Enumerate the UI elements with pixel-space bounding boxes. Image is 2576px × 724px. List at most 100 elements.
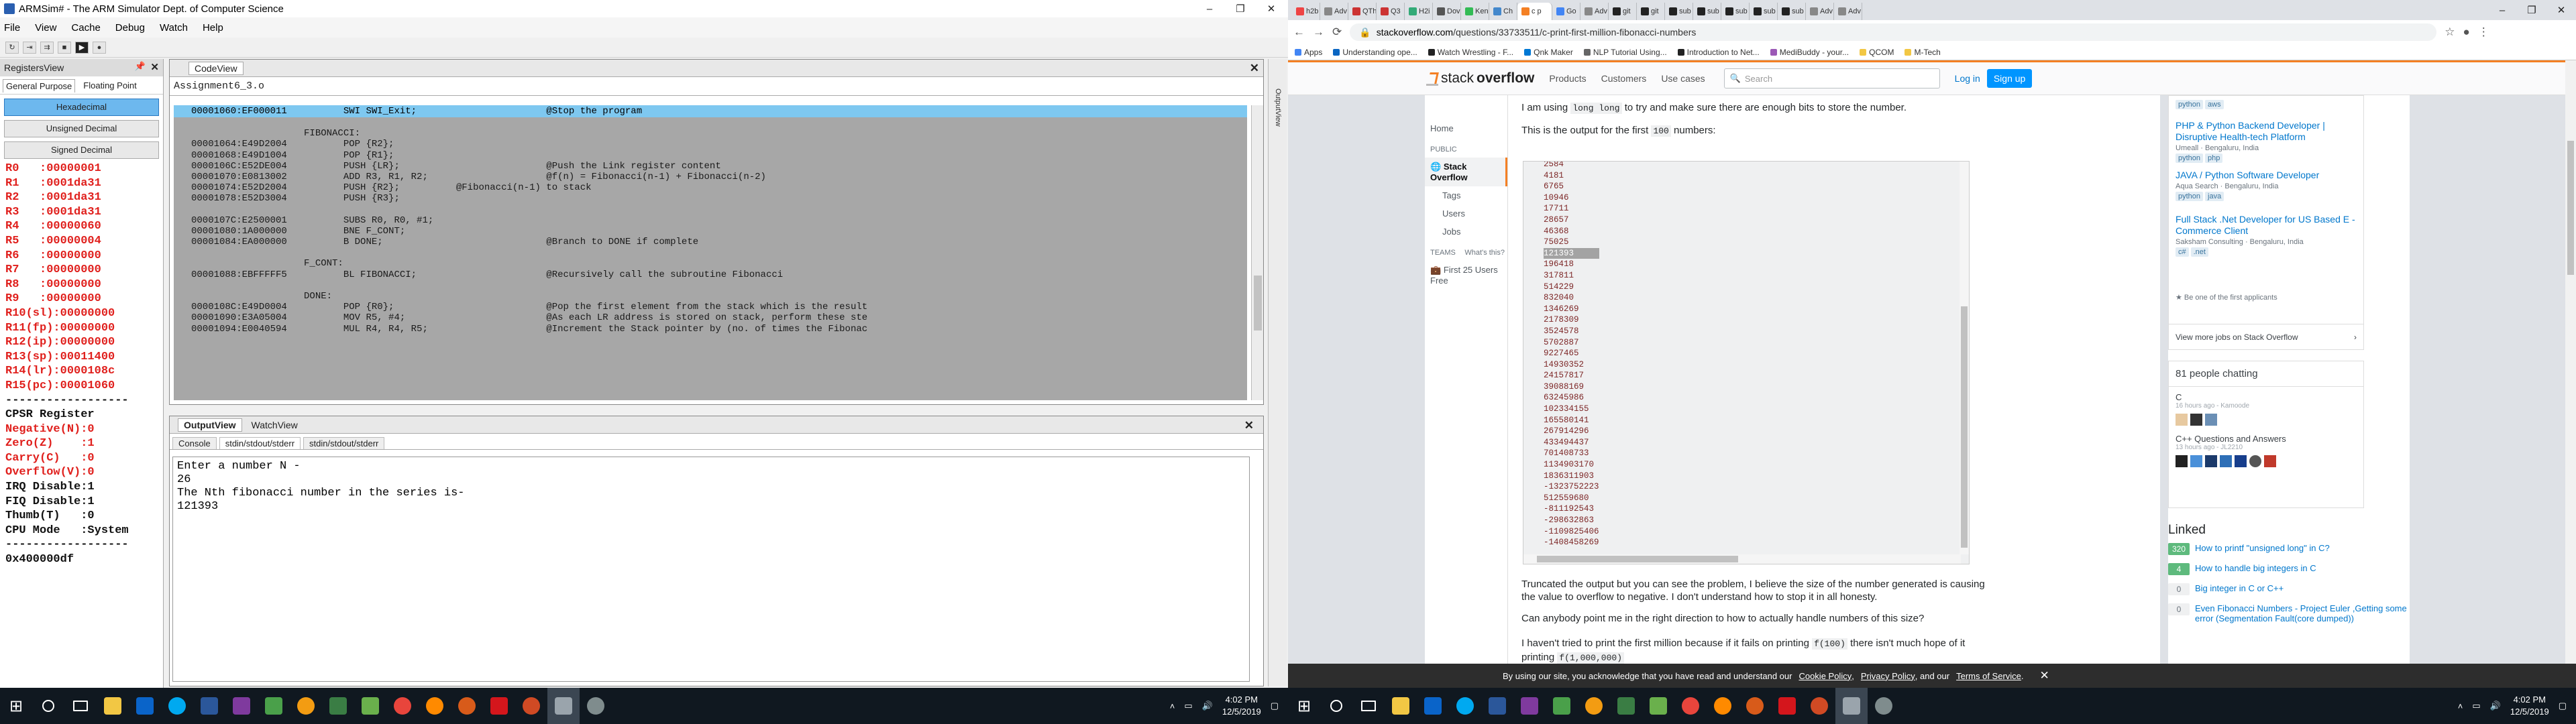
close-button[interactable]: ✕ (1256, 0, 1287, 17)
job-listing[interactable]: python aws (2176, 97, 2357, 109)
job-listing[interactable]: Full Stack .Net Developer for US Based E… (2176, 214, 2357, 257)
code-line[interactable]: 00001064:E49D2004 POP {R2}; (174, 139, 1247, 149)
tab-floating-point[interactable]: Floating Point (80, 79, 140, 93)
back-icon[interactable]: ← (1293, 25, 1305, 39)
firefox-icon-2[interactable] (451, 688, 483, 724)
tab-stdio-2[interactable]: stdin/stdout/stderr (303, 437, 385, 449)
chat-room-cpp[interactable]: C++ Questions and Answers (2169, 430, 2363, 444)
notification-icon[interactable]: ▢ (2559, 701, 2567, 711)
avatar[interactable] (2190, 455, 2202, 467)
browser-tab[interactable]: h2b (1292, 3, 1320, 20)
code-line[interactable] (174, 247, 1247, 258)
linked-question[interactable]: 0 Big integer in C or C++ (2168, 583, 2410, 595)
step-over-icon[interactable]: ⇉ (40, 41, 54, 54)
browser-tab[interactable]: sub (1693, 3, 1721, 20)
app-icon-1[interactable] (322, 688, 354, 724)
avatar[interactable] (2249, 455, 2261, 467)
tab-codeview[interactable]: CodeView (189, 61, 244, 75)
browser-tab[interactable]: sub (1665, 3, 1693, 20)
browser-tab[interactable]: git (1637, 3, 1665, 20)
code-line[interactable] (174, 117, 1247, 128)
menu-debug[interactable]: Debug (115, 22, 145, 34)
hexadecimal-button[interactable]: Hexadecimal (4, 99, 159, 116)
app-icon-2[interactable] (1642, 688, 1674, 724)
tray-network-icon[interactable]: ▭ (1184, 701, 1192, 711)
job-tag[interactable]: .net (2190, 247, 2208, 257)
star-icon[interactable]: ☆ (2445, 25, 2455, 39)
so-search-input[interactable]: 🔍 Search (1723, 68, 1940, 88)
side-strip-label[interactable]: OutputView (1274, 88, 1282, 127)
outlook-icon[interactable] (129, 688, 161, 724)
onenote-icon[interactable] (1513, 688, 1546, 724)
avatar[interactable] (2176, 455, 2188, 467)
login-link[interactable]: Log in (1955, 73, 1980, 84)
job-listing[interactable]: PHP & Python Backend Developer | Disrupt… (2176, 120, 2357, 163)
task-view-icon[interactable] (1352, 688, 1385, 724)
signup-button[interactable]: Sign up (1986, 69, 2033, 88)
job-tag[interactable]: java (2205, 192, 2224, 201)
stop-icon[interactable]: ■ (58, 41, 71, 54)
minimize-button[interactable]: – (1194, 0, 1225, 17)
code-line[interactable] (174, 204, 1247, 215)
search-icon[interactable] (1320, 688, 1352, 724)
job-tag[interactable]: python (2176, 192, 2204, 201)
browser-tab[interactable]: git (1609, 3, 1637, 20)
menu-help[interactable]: Help (203, 22, 223, 34)
nav-stackoverflow[interactable]: 🌐 Stack Overflow (1425, 158, 1507, 186)
browser-close-button[interactable]: ✕ (2546, 0, 2576, 20)
word-icon[interactable] (193, 688, 225, 724)
reload-icon[interactable]: ⟳ (1332, 25, 1342, 39)
skype-icon[interactable] (1449, 688, 1481, 724)
code-line[interactable]: 00001090:E3A05004 MOV R5, #4; @As each L… (174, 312, 1247, 323)
run-icon[interactable]: ▶ (75, 41, 89, 54)
browser-tab[interactable]: Q3 (1377, 3, 1405, 20)
skype-icon[interactable] (161, 688, 193, 724)
nav-customers[interactable]: Customers (1601, 73, 1647, 84)
avatar[interactable] (2264, 455, 2276, 467)
nav-products[interactable]: Products (1549, 73, 1586, 84)
bookmark-item[interactable]: M-Tech (1904, 48, 1941, 57)
browser-tab[interactable]: Adv (1580, 3, 1609, 20)
output-code-block[interactable]: 2584 4181 6765 10946 17711 28657 46368 75025 121… (1523, 161, 1970, 564)
stackoverflow-logo[interactable]: stack overflow (1426, 70, 1534, 86)
job-title[interactable]: PHP & Python Backend Developer | Disrupt… (2176, 120, 2357, 143)
code-line[interactable]: 00001068:E49D1004 POP {R1}; (174, 150, 1247, 161)
clock[interactable]: 4:02 PM 12/5/2019 (2510, 694, 2549, 718)
app-icon-3[interactable] (1868, 688, 1900, 724)
bookmark-item[interactable]: QCOM (1860, 48, 1894, 57)
code-line[interactable]: 0000106C:E52DE004 PUSH {LR}; @Push the L… (174, 161, 1247, 172)
avatar[interactable] (2235, 455, 2247, 467)
forward-icon[interactable]: → (1313, 25, 1324, 39)
maximize-button[interactable]: ❐ (1225, 0, 1256, 17)
view-more-jobs-link[interactable]: View more jobs on Stack Overflow › (2169, 324, 2363, 350)
browser-tab[interactable]: Adv (1834, 3, 1862, 20)
search-icon[interactable] (32, 688, 64, 724)
bookmark-item[interactable]: Qnk Maker (1524, 48, 1573, 57)
load-icon[interactable]: ↻ (5, 41, 19, 54)
linked-question[interactable]: 0 Even Fibonacci Numbers - Project Euler … (2168, 603, 2410, 623)
nav-jobs[interactable]: Jobs (1425, 223, 1507, 241)
menu-view[interactable]: View (35, 22, 56, 34)
code-line[interactable]: DONE: (174, 291, 1247, 302)
menu-watch[interactable]: Watch (160, 22, 188, 34)
code-scrollbar[interactable] (1251, 105, 1263, 400)
firefox-icon[interactable] (1707, 688, 1739, 724)
job-tag[interactable]: c# (2176, 247, 2189, 257)
firefox-icon-2[interactable] (1739, 688, 1771, 724)
onenote-icon[interactable] (225, 688, 258, 724)
console-output[interactable]: Enter a number N - 26 The Nth fibonacci … (172, 457, 1250, 682)
edit-icon[interactable] (258, 688, 290, 724)
edit-icon[interactable] (1546, 688, 1578, 724)
avatar[interactable] (2220, 455, 2232, 467)
acrobat-icon[interactable] (483, 688, 515, 724)
job-tag[interactable]: aws (2205, 100, 2224, 109)
bookmark-item[interactable]: MediBuddy - your... (1770, 48, 1849, 57)
browser-tab[interactable]: c p (1517, 3, 1552, 20)
job-tag[interactable]: python (2176, 154, 2204, 163)
tab-watchview[interactable]: WatchView (246, 419, 303, 431)
code-line[interactable]: 00001074:E52D2004 PUSH {R2}; @Fibonacci(… (174, 182, 1247, 193)
breakpoint-icon[interactable]: ● (93, 41, 106, 54)
tray-volume-icon[interactable]: 🔊 (1202, 701, 1213, 711)
avatar[interactable] (2205, 414, 2217, 426)
notification-icon[interactable]: ▢ (1271, 701, 1279, 711)
